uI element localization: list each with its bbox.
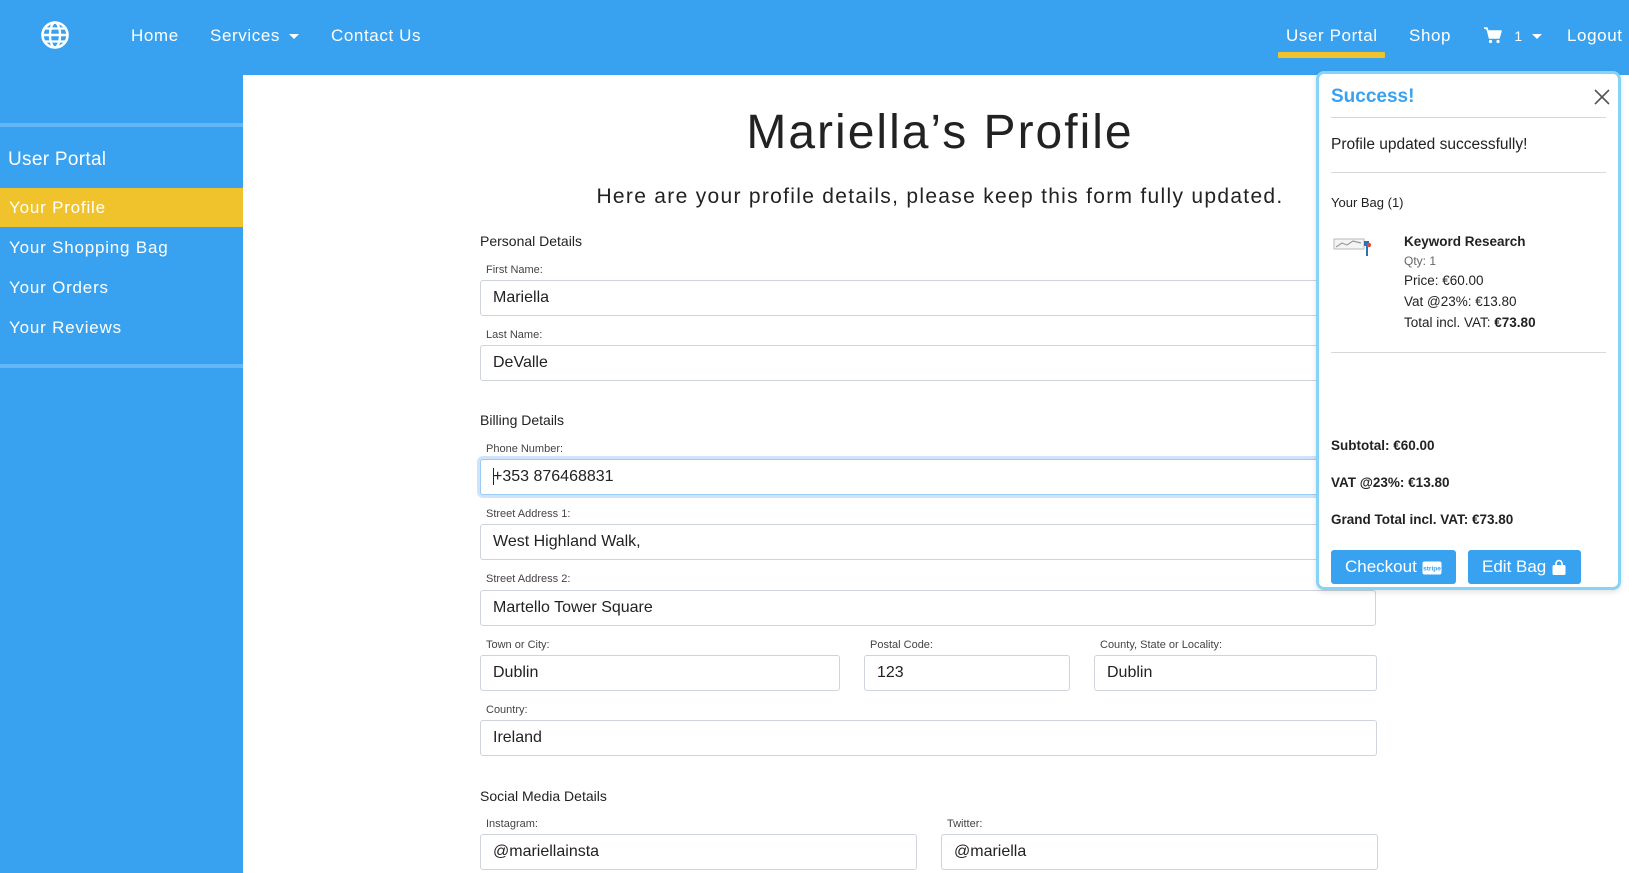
cart-count: 1 bbox=[1514, 28, 1523, 44]
stripe-icon: stripe bbox=[1422, 561, 1442, 575]
toast-divider bbox=[1331, 352, 1606, 353]
town-field[interactable] bbox=[480, 655, 840, 691]
bag-count: Your Bag (1) bbox=[1331, 195, 1404, 210]
phone-field[interactable]: +353 876468831 bbox=[480, 459, 1376, 495]
twitter-field[interactable] bbox=[941, 834, 1378, 870]
sidebar-divider bbox=[0, 123, 243, 127]
nav-services-label: Services bbox=[210, 26, 280, 45]
chevron-down-icon bbox=[289, 34, 299, 40]
bag-vat: VAT @23%: €13.80 bbox=[1331, 475, 1450, 490]
street-address-1-field[interactable] bbox=[480, 524, 1376, 560]
section-personal-details: Personal Details bbox=[480, 233, 582, 249]
first-name-field[interactable] bbox=[480, 280, 1376, 316]
toast-message: Profile updated successfully! bbox=[1331, 136, 1528, 153]
county-field[interactable] bbox=[1094, 655, 1377, 691]
first-name-label: First Name: bbox=[486, 264, 543, 276]
sidebar-item-orders[interactable]: Your Orders bbox=[0, 268, 243, 307]
top-navbar: Home Services Contact Us User Portal Sho… bbox=[0, 0, 1629, 75]
product-total-value: €73.80 bbox=[1494, 315, 1536, 330]
product-name: Keyword Research bbox=[1404, 234, 1526, 249]
nav-home-link[interactable]: Home bbox=[131, 0, 179, 72]
globe-icon[interactable] bbox=[40, 20, 70, 50]
postal-code-label: Postal Code: bbox=[870, 639, 933, 651]
last-name-field[interactable] bbox=[480, 345, 1376, 381]
country-label: Country: bbox=[486, 704, 528, 716]
country-field[interactable] bbox=[480, 720, 1377, 756]
success-toast: Success! Profile updated successfully! Y… bbox=[1316, 71, 1621, 590]
nav-shop-link[interactable]: Shop bbox=[1409, 0, 1451, 72]
instagram-label: Instagram: bbox=[486, 818, 538, 830]
section-social-media-details: Social Media Details bbox=[480, 788, 607, 804]
bag-grand-total: Grand Total incl. VAT: €73.80 bbox=[1331, 512, 1514, 527]
nav-contact-link[interactable]: Contact Us bbox=[331, 0, 421, 72]
county-label: County, State or Locality: bbox=[1100, 639, 1223, 651]
toast-title: Success! bbox=[1331, 86, 1415, 107]
checkout-label: Checkout bbox=[1345, 557, 1417, 576]
toast-divider bbox=[1331, 172, 1606, 173]
sidebar-item-shopping-bag[interactable]: Your Shopping Bag bbox=[0, 228, 243, 267]
close-icon[interactable] bbox=[1590, 85, 1614, 109]
edit-bag-label: Edit Bag bbox=[1482, 557, 1547, 576]
product-qty: Qty: 1 bbox=[1404, 254, 1437, 268]
street-address-2-field[interactable] bbox=[480, 590, 1376, 626]
product-vat: Vat @23%: €13.80 bbox=[1404, 294, 1517, 309]
checkout-button[interactable]: Checkout stripe bbox=[1331, 550, 1456, 584]
nav-user-portal-link[interactable]: User Portal bbox=[1286, 0, 1378, 72]
active-nav-indicator bbox=[1278, 52, 1385, 58]
sidebar-divider bbox=[0, 364, 243, 368]
product-total: Total incl. VAT: €73.80 bbox=[1404, 315, 1536, 330]
street-address-1-label: Street Address 1: bbox=[486, 508, 571, 520]
toast-divider bbox=[1331, 117, 1606, 118]
instagram-field[interactable] bbox=[480, 834, 917, 870]
chevron-down-icon bbox=[1531, 34, 1542, 40]
product-total-label: Total incl. VAT: bbox=[1404, 315, 1495, 330]
sidebar-title: User Portal bbox=[8, 149, 107, 170]
bag-subtotal: Subtotal: €60.00 bbox=[1331, 438, 1435, 453]
street-address-2-label: Street Address 2: bbox=[486, 573, 571, 585]
twitter-label: Twitter: bbox=[947, 818, 983, 830]
phone-label: Phone Number: bbox=[486, 443, 564, 455]
section-billing-details: Billing Details bbox=[480, 412, 565, 428]
nav-logout-link[interactable]: Logout bbox=[1567, 0, 1623, 72]
sidebar-item-reviews[interactable]: Your Reviews bbox=[0, 308, 243, 347]
phone-value: +353 876468831 bbox=[493, 468, 614, 485]
shopping-bag-icon bbox=[1552, 559, 1566, 576]
svg-text:stripe: stripe bbox=[1423, 565, 1441, 572]
edit-bag-button[interactable]: Edit Bag bbox=[1468, 550, 1582, 584]
cart-icon bbox=[1484, 26, 1502, 43]
nav-services-dropdown[interactable]: Services bbox=[210, 0, 299, 72]
sidebar: User Portal Your Profile Your Shopping B… bbox=[0, 75, 243, 873]
product-price: Price: €60.00 bbox=[1404, 273, 1484, 288]
nav-cart-dropdown[interactable]: 1 bbox=[1483, 0, 1542, 72]
sidebar-item-your-profile[interactable]: Your Profile bbox=[0, 188, 243, 227]
town-label: Town or City: bbox=[486, 639, 550, 651]
postal-code-field[interactable] bbox=[864, 655, 1070, 691]
product-thumbnail[interactable] bbox=[1333, 232, 1377, 260]
last-name-label: Last Name: bbox=[486, 329, 543, 341]
